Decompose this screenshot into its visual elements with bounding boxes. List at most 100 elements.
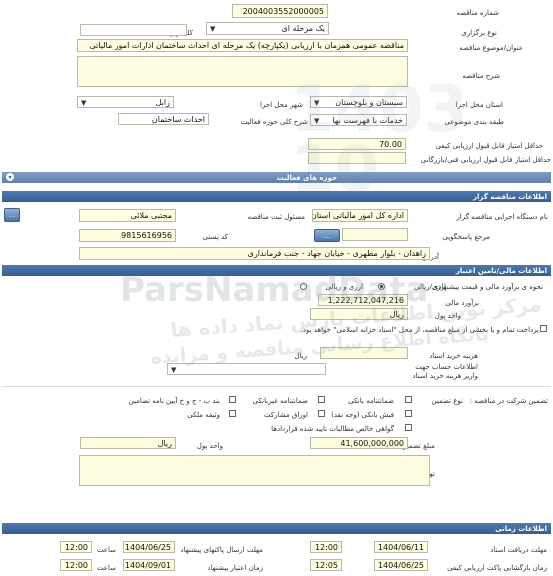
- timing-bar: اطلاعات زمانی: [2, 523, 551, 534]
- chevron-down-icon: ▼: [210, 25, 216, 33]
- receive-label: مهلت دریافت اسناد: [490, 546, 547, 554]
- check-label: فیش بانکی (وجه نقد): [331, 411, 394, 419]
- bonds-checkbox[interactable]: [318, 410, 325, 417]
- estimate-amount-field[interactable]: 1,222,712,047,216: [318, 294, 408, 306]
- title-label: عنوان/موضوع مناقصه: [459, 44, 523, 52]
- bank-guarantee-checkbox[interactable]: [405, 396, 412, 403]
- postal-field[interactable]: 9815616956: [79, 229, 176, 242]
- send-time-field[interactable]: 12:00: [60, 541, 92, 553]
- receive-time-field[interactable]: 12:00: [310, 541, 342, 553]
- property-checkbox[interactable]: [229, 410, 236, 417]
- keyword-field[interactable]: [80, 24, 187, 36]
- nonbank-guarantee-checkbox[interactable]: [318, 396, 325, 403]
- activity-label: شرح کلی حوزه فعالیت: [240, 118, 308, 126]
- validity-label: زمان اعتبار پیشنهاد: [207, 564, 263, 572]
- chevron-down-icon: ▼: [171, 366, 177, 374]
- guarantee-section-label: تضمین شرکت در مناقصه :: [469, 397, 548, 405]
- response-lookup-button[interactable]: ...: [314, 229, 340, 242]
- radio-rial-label: ارزی/ریالی: [414, 283, 446, 291]
- postal-label: کد پستی: [202, 233, 228, 241]
- org-label: نام دستگاه اجرایی مناقصه گزار: [456, 213, 548, 221]
- min-tech-label: حداقل امتیاز قابل قبول ارزیابی فنی/بازرگ…: [420, 156, 551, 164]
- chevron-down-icon: ▼: [314, 99, 320, 107]
- city-value: زابل: [155, 97, 170, 107]
- radio-rial[interactable]: [378, 283, 385, 290]
- tender-number-field[interactable]: 2004003552000005: [232, 4, 328, 18]
- manager-field[interactable]: مجتبی ملائی: [79, 209, 176, 222]
- property-label: وثیقه ملکی: [187, 411, 220, 419]
- guarantee-type-label: نوع تضمین: [431, 397, 463, 405]
- receivables-label: گواهی خالص مطالبات تایید شده قراردادها: [271, 425, 394, 433]
- validity-time-field[interactable]: 12:00: [60, 559, 92, 571]
- unit-label: واحد پول: [434, 312, 461, 320]
- finance-bar: اطلاعات مالی/تامین اعتبار: [2, 265, 551, 276]
- bonds-label: اوراق مشارکت: [263, 411, 308, 419]
- chevron-down-icon: ▼: [314, 117, 320, 125]
- category-select[interactable]: خدمات با فهرست بها ▼: [310, 114, 407, 126]
- organizer-bar: اطلاعات مناقصه گزار: [2, 191, 551, 202]
- city-select[interactable]: زابل ▼: [77, 96, 174, 108]
- doc-price-unit: ریال: [294, 352, 307, 360]
- category-value: خدمات با فهرست بها: [332, 115, 403, 125]
- guarantee-unit-field[interactable]: ریال: [80, 437, 176, 449]
- manager-label: مسئول ثبت مناقصه: [247, 213, 305, 221]
- radio-fx[interactable]: [300, 283, 307, 290]
- open-date-field[interactable]: 1404/06/25: [374, 559, 428, 571]
- receivables-checkbox[interactable]: [405, 424, 412, 431]
- insurance-label: بند ب - ج و خ آیین نامه تضامین: [128, 397, 220, 405]
- expand-icon[interactable]: ▾: [6, 173, 14, 181]
- nonbank-guarantee-label: ضمانتنامه غیربانکی: [252, 397, 308, 405]
- response-field[interactable]: [342, 228, 408, 241]
- send-date-field[interactable]: 1404/06/25: [123, 541, 175, 553]
- province-label: استان محل اجرا: [455, 101, 503, 109]
- category-label: طبقه بندی موضوعی: [444, 118, 504, 126]
- title-field[interactable]: مناقصه عمومی همزمان با ارزیابی (یکپارچه)…: [77, 39, 408, 52]
- activity-areas-title: حوزه های فعالیت: [276, 173, 337, 182]
- divider: [2, 386, 551, 387]
- province-value: سیستان و بلوچستان: [335, 97, 403, 107]
- receive-date-field[interactable]: 1404/06/11: [374, 541, 428, 553]
- account-select[interactable]: ▼: [167, 363, 326, 375]
- guarantee-amount-field[interactable]: 41,600,000,000: [310, 437, 408, 449]
- unit-field[interactable]: ریال: [310, 308, 408, 320]
- send-label: مهلت ارسال پاکتهای پیشنهاد: [180, 546, 263, 554]
- hold-type-label: نوع برگزاری: [461, 29, 497, 37]
- description-textarea[interactable]: [77, 56, 408, 87]
- guarantee-unit-label: واحد پول: [196, 442, 223, 450]
- doc-price-field[interactable]: [320, 347, 408, 359]
- tender-number-label: شماره مناقصه: [456, 9, 499, 17]
- description-label: شرح مناقصه: [462, 72, 500, 80]
- notes-textarea[interactable]: [79, 455, 430, 486]
- hold-type-value: یک مرحله ای: [281, 24, 325, 33]
- province-select[interactable]: سیستان و بلوچستان ▼: [310, 96, 407, 108]
- finance-title: اطلاعات مالی/تامین اعتبار: [455, 266, 547, 275]
- address-field[interactable]: زاهدان - بلوار مطهری - خیابان جهاد - جنب…: [79, 247, 430, 260]
- response-label: مرجع پاسخگویی: [442, 233, 490, 241]
- min-quality-field[interactable]: 70.00: [308, 138, 406, 150]
- islamic-treasury-checkbox[interactable]: [540, 325, 547, 332]
- account-label: اطلاعات حساب جهت واریز هزینه خرید اسناد: [412, 363, 478, 380]
- org-lookup-button[interactable]: ...: [4, 208, 20, 222]
- org-field[interactable]: اداره کل امور مالیاتی استان: [312, 209, 408, 222]
- islamic-treasury-note: پرداخت تمام و یا بخشی از مبلغ مناقصه، از…: [300, 326, 539, 334]
- insurance-checkbox[interactable]: [229, 396, 236, 403]
- estimate-method-label: نحوه ی برآورد مالی و قیمت پیشنهادی: [432, 283, 543, 291]
- activity-field[interactable]: احداث ساختمان: [118, 113, 209, 125]
- min-quality-label: حداقل امتیاز قابل قبول ارزیابی کیفی: [435, 142, 543, 150]
- doc-price-label: هزینه خرید اسناد: [429, 352, 478, 360]
- min-tech-field[interactable]: [308, 152, 406, 164]
- open-label: زمان بازگشایی پاکت ارزیابی کیفی: [447, 564, 547, 572]
- validity-time-label: ساعت: [96, 564, 116, 572]
- open-time-field[interactable]: 12:05: [310, 559, 342, 571]
- activity-areas-bar[interactable]: حوزه های فعالیت ▾: [2, 172, 551, 183]
- hold-type-select[interactable]: یک مرحله ای ▼: [206, 22, 329, 35]
- chevron-down-icon: ▼: [81, 99, 87, 107]
- radio-fx-label: ارزی و ریالی: [325, 283, 363, 291]
- validity-date-field[interactable]: 1404/09/01: [123, 559, 175, 571]
- bank-guarantee-label: ضمانتنامه بانکی: [348, 397, 394, 405]
- city-label: شهر محل اجرا: [259, 101, 303, 109]
- estimate-amount-label: برآورد مالی: [445, 299, 479, 307]
- timing-title: اطلاعات زمانی: [495, 524, 547, 533]
- send-time-label: ساعت: [96, 546, 116, 554]
- check-checkbox[interactable]: [405, 410, 412, 417]
